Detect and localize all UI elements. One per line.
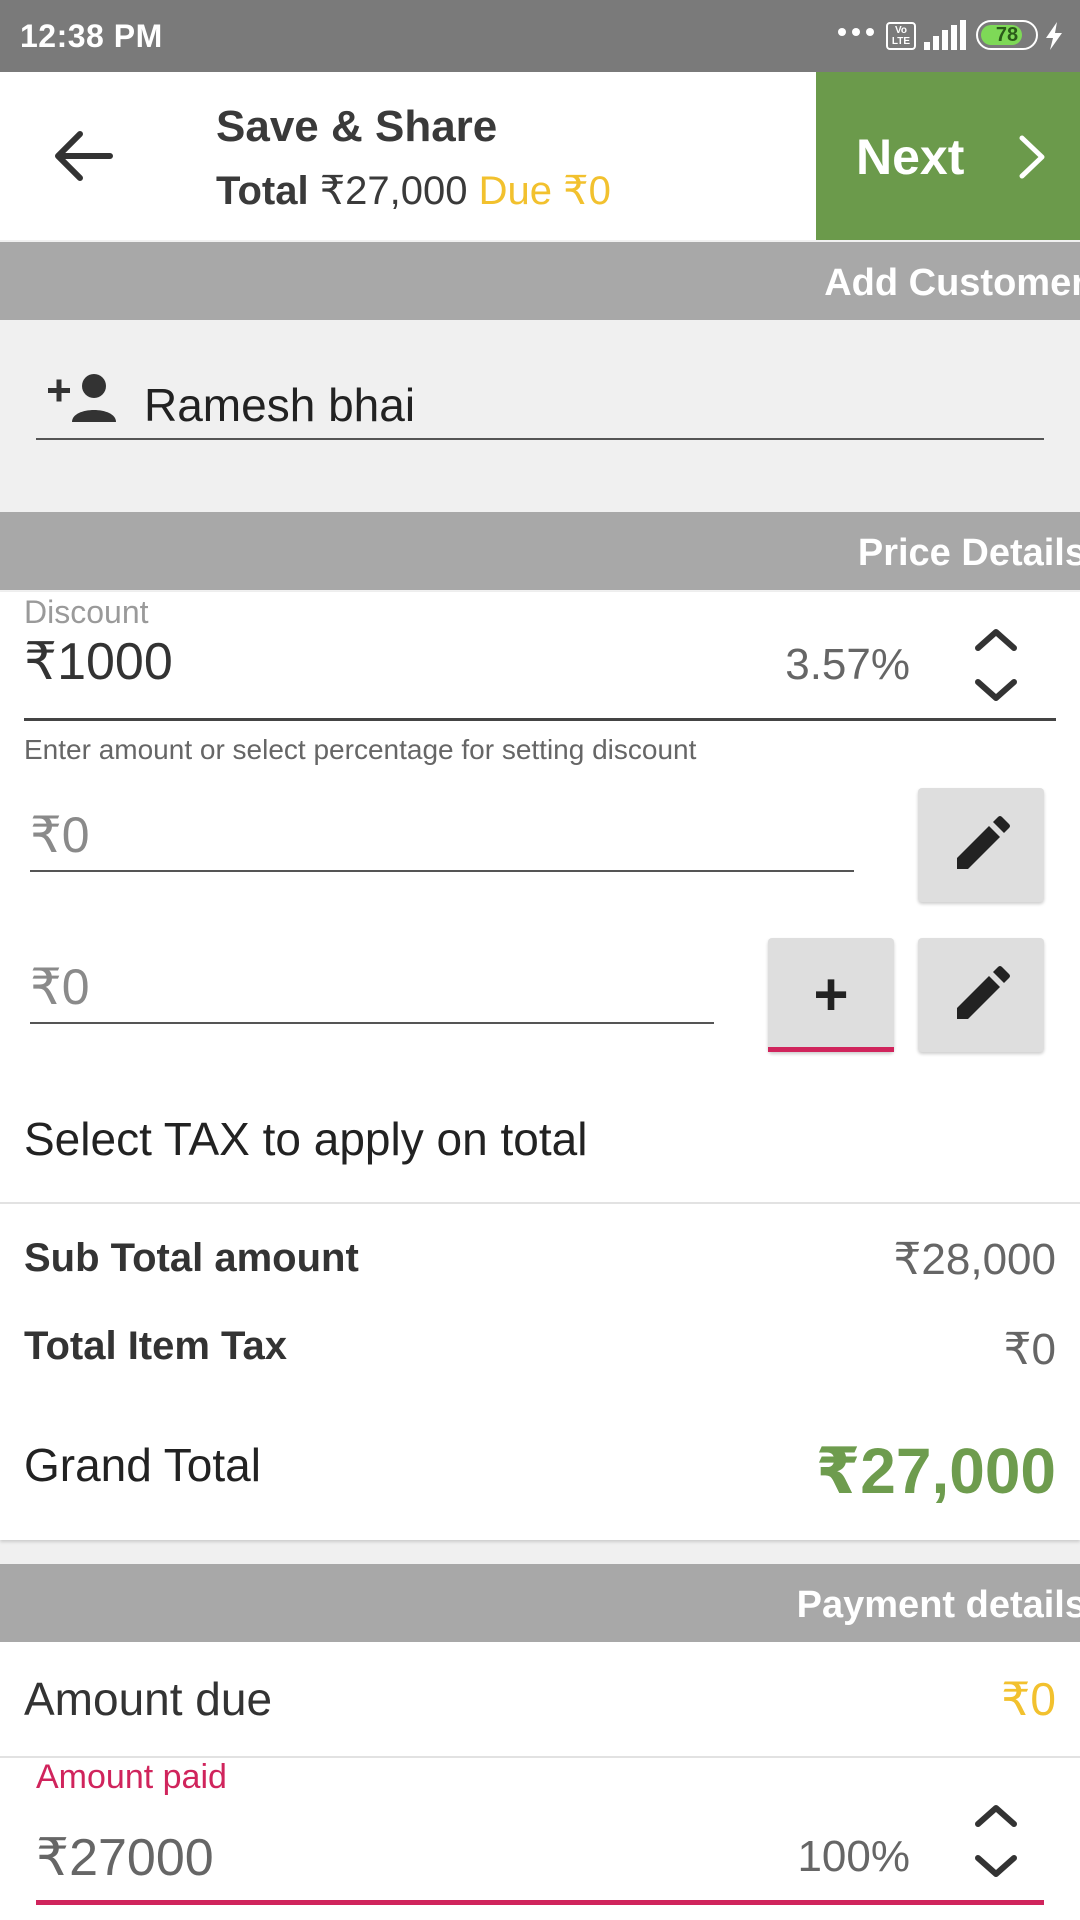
price-details-header: Price Details (0, 512, 1080, 590)
payment-details-title: Payment details (796, 1584, 1080, 1626)
person-add-icon[interactable] (48, 372, 118, 426)
total-value: ₹27,000 (319, 169, 468, 213)
item-tax-label: Total Item Tax (24, 1324, 288, 1368)
battery-level-text: 78 (995, 24, 1019, 46)
amount-paid-underline (36, 1900, 1044, 1905)
discount-helper-text: Enter amount or select percentage for se… (24, 734, 697, 765)
volte-icon: Vo LTE (886, 22, 916, 50)
next-button[interactable]: Next (816, 72, 1080, 240)
discount-underline (24, 718, 1056, 721)
payment-details-header: Payment details (0, 1564, 1080, 1642)
extra-charge-2-value: ₹0 (30, 959, 90, 1015)
customer-section: Ramesh bhai (0, 320, 1080, 512)
status-time: 12:38 PM (20, 18, 163, 54)
amount-paid-input[interactable]: ₹27000 (36, 1828, 214, 1888)
item-tax-value: ₹0 (1003, 1325, 1056, 1374)
discount-percent: 3.57% (785, 640, 910, 689)
amount-paid-stepper-icon[interactable] (968, 1796, 1024, 1886)
add-customer-header: Add Customer (0, 242, 1080, 320)
due-summary: Due ₹0 (478, 169, 611, 213)
discount-input[interactable]: ₹1000 (24, 632, 173, 692)
arrow-back-icon[interactable] (50, 122, 118, 190)
status-icons: Vo LTE 78 (838, 18, 1068, 54)
customer-field[interactable]: Ramesh bhai (36, 372, 1044, 440)
add-charge-focus-line (768, 1047, 894, 1052)
edit-charge-1-button[interactable] (918, 788, 1044, 902)
next-button-label: Next (856, 129, 965, 185)
discount-stepper-icon[interactable] (968, 620, 1024, 710)
pencil-icon (957, 966, 1010, 1019)
amount-paid-percent: 100% (797, 1832, 910, 1881)
payment-section: Amount due ₹0 Amount paid ₹27000 100% (0, 1642, 1080, 1920)
price-details-title: Price Details (857, 532, 1080, 574)
charging-bolt-icon (1046, 22, 1062, 50)
select-tax-button[interactable]: Select TAX to apply on total (24, 1112, 587, 1166)
sub-total-value: ₹28,000 (893, 1235, 1056, 1284)
grand-total-label: Grand Total (24, 1439, 261, 1491)
chevron-right-icon (1019, 135, 1045, 179)
status-bar: 12:38 PM Vo LTE 78 (0, 0, 1080, 72)
add-charge-label: + (813, 961, 849, 1028)
extra-charge-input-2[interactable]: ₹0 (30, 944, 714, 1024)
discount-label: Discount (24, 594, 149, 630)
amount-due-value: ₹0 (1001, 1673, 1056, 1725)
sub-total-label: Sub Total amount (24, 1236, 359, 1280)
amount-paid-label: Amount paid (36, 1758, 227, 1796)
battery-icon: 78 (976, 20, 1038, 50)
more-notifications-icon (838, 28, 874, 36)
page-title: Save & Share (216, 102, 498, 151)
total-label: Total (216, 169, 309, 213)
grand-total-value: ₹27,000 (815, 1435, 1056, 1507)
app-bar: Save & Share Total ₹27,000 Due ₹0 Next (0, 72, 1080, 240)
divider (0, 1202, 1080, 1204)
header-summary: Total ₹27,000 Due ₹0 (216, 168, 611, 214)
amount-due-label: Amount due (24, 1673, 273, 1725)
add-customer-title: Add Customer (824, 262, 1080, 304)
add-charge-button[interactable]: + (768, 938, 894, 1052)
edit-charge-2-button[interactable] (918, 938, 1044, 1052)
extra-charge-input-1[interactable]: ₹0 (30, 792, 854, 872)
customer-name: Ramesh bhai (144, 379, 416, 431)
signal-icon (924, 20, 966, 50)
pencil-icon (957, 816, 1010, 869)
extra-charge-1-value: ₹0 (30, 807, 90, 863)
price-details-card: Discount ₹1000 3.57% Enter amount or sel… (0, 592, 1080, 1540)
